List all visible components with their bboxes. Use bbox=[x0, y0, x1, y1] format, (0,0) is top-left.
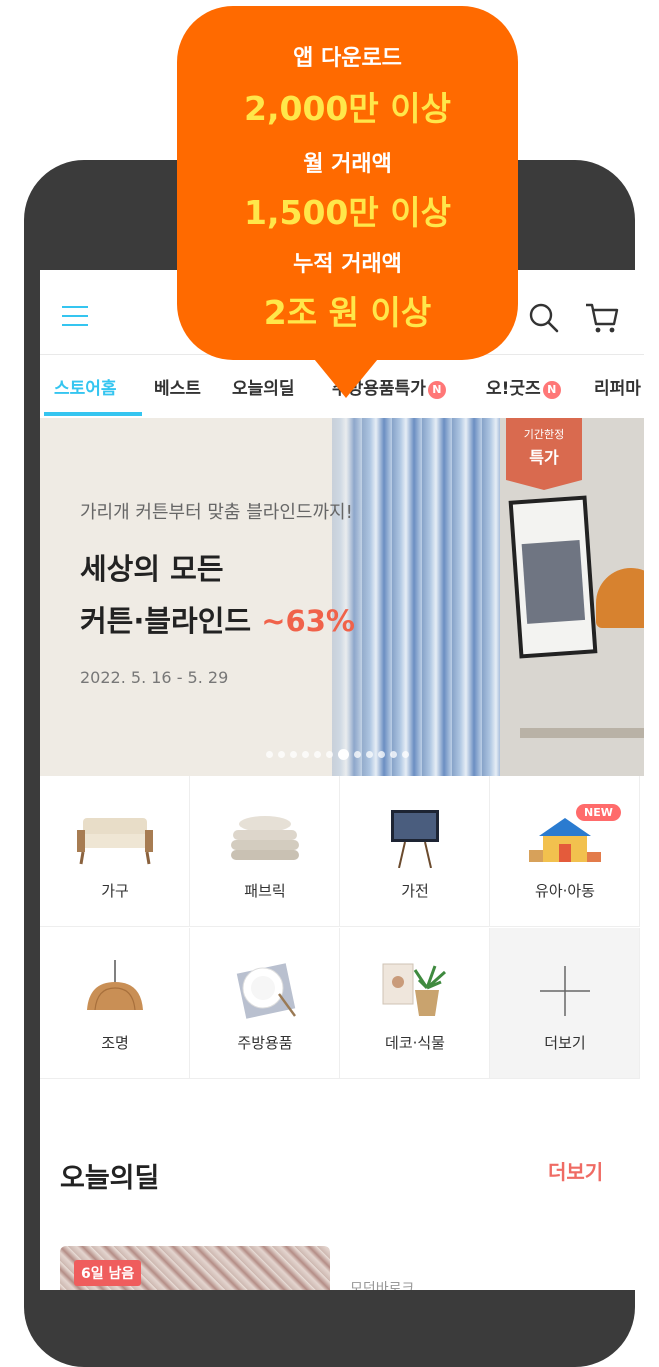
category-deco-plants[interactable]: 데코·식물 bbox=[340, 928, 490, 1079]
carousel-dots[interactable] bbox=[266, 744, 414, 760]
limited-time-ribbon: 기간한정 특가 bbox=[506, 418, 582, 480]
cart-icon[interactable] bbox=[584, 300, 620, 336]
carousel-dot[interactable] bbox=[354, 751, 361, 758]
banner-date: 2022. 5. 16 - 5. 29 bbox=[80, 668, 229, 687]
hamburger-menu-icon[interactable] bbox=[62, 306, 88, 326]
carousel-dot[interactable] bbox=[338, 749, 349, 760]
tab-store-home[interactable]: 스토어홈 bbox=[54, 374, 117, 399]
category-electronics[interactable]: 가전 bbox=[340, 776, 490, 927]
category-kids[interactable]: NEW 유아·아동 bbox=[490, 776, 640, 927]
carousel-dot[interactable] bbox=[366, 751, 373, 758]
promo-speech-bubble: 앱 다운로드 2,000만 이상 월 거래액 1,500만 이상 누적 거래액 … bbox=[177, 6, 518, 360]
banner-subtitle: 가리개 커튼부터 맞춤 블라인드까지! bbox=[80, 502, 353, 523]
promo-line-total-value: 2조 원 이상 bbox=[263, 293, 432, 332]
speech-bubble-tail bbox=[310, 354, 382, 398]
tab-refurb[interactable]: 리퍼마 bbox=[594, 374, 641, 399]
carousel-dot[interactable] bbox=[278, 751, 285, 758]
deal-brand-name[interactable]: 모던바로크 bbox=[350, 1278, 414, 1290]
banner-discount: ~63% bbox=[261, 604, 355, 638]
promo-line-total-label: 누적 거래액 bbox=[293, 252, 402, 277]
search-icon[interactable] bbox=[528, 302, 560, 334]
app-screen: 스토어홈 베스트 오늘의딜 주방용품특가 N 오!굿즈 N 리퍼마 기간한정 특가 … bbox=[40, 270, 644, 1290]
new-badge: N bbox=[427, 381, 446, 399]
tab-best[interactable]: 베스트 bbox=[154, 374, 201, 399]
plate-icon bbox=[236, 963, 296, 1019]
tab-o-goods[interactable]: 오!굿즈 N bbox=[486, 374, 561, 399]
promo-line-monthly-label: 월 거래액 bbox=[303, 152, 392, 177]
category-grid: 가구 패브릭 가전 NEW 유아·아동 조명 주방용품 데코·식물 더보기 bbox=[40, 776, 644, 1080]
promo-banner[interactable]: 기간한정 특가 가리개 커튼부터 맞춤 블라인드까지! 세상의 모든 커튼·블라… bbox=[40, 418, 644, 776]
sofa-icon bbox=[77, 818, 153, 865]
carousel-dot[interactable] bbox=[326, 751, 333, 758]
category-kitchen[interactable]: 주방용품 bbox=[190, 928, 340, 1079]
banner-table-image bbox=[520, 728, 644, 738]
days-left-badge: 6일 남음 bbox=[74, 1260, 142, 1286]
carousel-dot[interactable] bbox=[378, 751, 385, 758]
promo-line-monthly-value: 1,500만 이상 bbox=[244, 193, 451, 232]
category-more[interactable]: 더보기 bbox=[490, 928, 640, 1079]
tv-icon bbox=[391, 810, 439, 868]
promo-line-downloads-label: 앱 다운로드 bbox=[293, 46, 402, 71]
pendant-lamp-icon bbox=[87, 960, 143, 1011]
banner-title-line1: 세상의 모든 bbox=[80, 552, 224, 586]
active-tab-indicator bbox=[44, 412, 142, 416]
more-link[interactable]: 더보기 bbox=[548, 1156, 603, 1185]
bedding-icon bbox=[231, 816, 299, 860]
carousel-dot[interactable] bbox=[314, 751, 321, 758]
plus-icon bbox=[540, 966, 590, 1016]
carousel-dot[interactable] bbox=[290, 751, 297, 758]
new-tag: NEW bbox=[576, 804, 621, 821]
promo-line-downloads-value: 2,000만 이상 bbox=[244, 89, 451, 128]
carousel-dot[interactable] bbox=[402, 751, 409, 758]
carousel-dot[interactable] bbox=[302, 751, 309, 758]
carousel-dot[interactable] bbox=[266, 751, 273, 758]
category-lighting[interactable]: 조명 bbox=[40, 928, 190, 1079]
banner-title-line2: 커튼·블라인드 ~63% bbox=[80, 604, 355, 638]
plant-icon bbox=[382, 963, 446, 1016]
tab-today-deal[interactable]: 오늘의딜 bbox=[232, 374, 295, 399]
section-title-today-deal: 오늘의딜 bbox=[60, 1163, 160, 1194]
category-furniture[interactable]: 가구 bbox=[40, 776, 190, 927]
new-badge: N bbox=[542, 381, 561, 399]
banner-poster-image bbox=[508, 495, 598, 659]
category-fabric[interactable]: 패브릭 bbox=[190, 776, 340, 927]
carousel-dot[interactable] bbox=[390, 751, 397, 758]
